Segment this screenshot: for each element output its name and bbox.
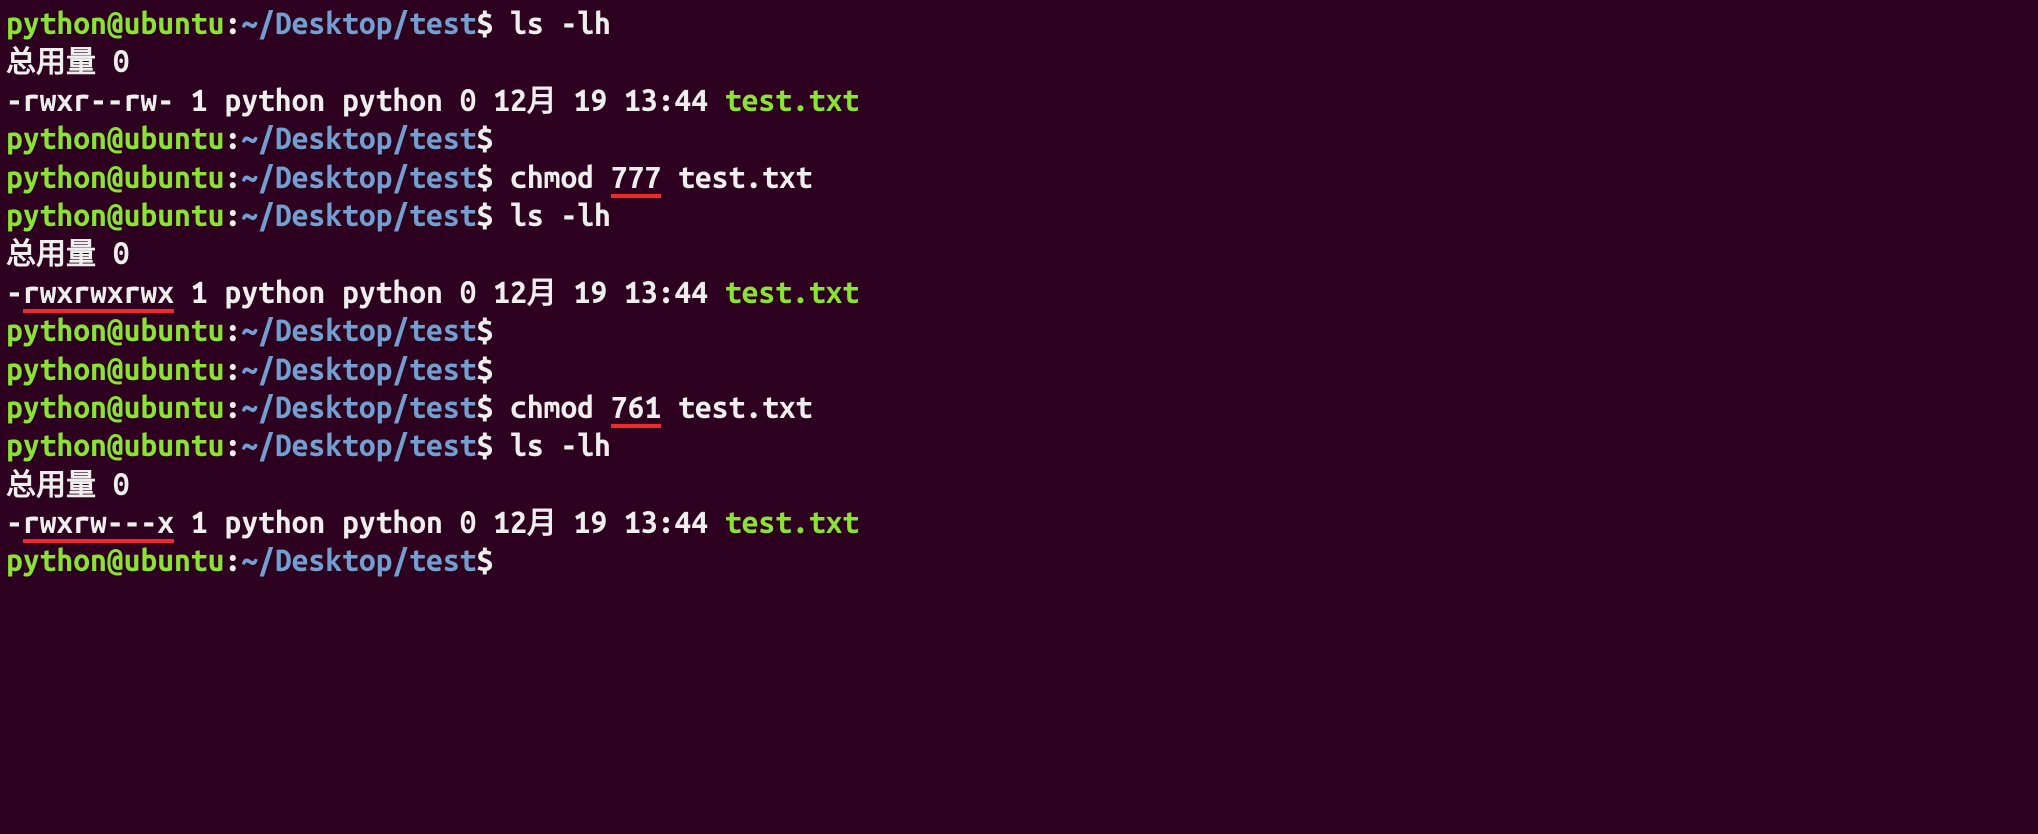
prompt-path: ~/Desktop/test xyxy=(241,428,476,462)
prompt-end: $ xyxy=(476,352,493,386)
prompt-line: python@ubuntu:~/Desktop/test$ xyxy=(6,350,2032,388)
prompt-sep: : xyxy=(224,160,241,194)
file-listing: -rwxrw---x 1 python python 0 12月 19 13:4… xyxy=(6,503,2032,541)
prompt-path: ~/Desktop/test xyxy=(241,6,476,40)
prompt-end: $ xyxy=(476,428,493,462)
file-meta: 1 python python 0 12月 19 13:44 xyxy=(174,275,725,309)
prompt-sep: : xyxy=(224,121,241,155)
file-name: test.txt xyxy=(725,83,859,117)
prompt-user: python@ubuntu xyxy=(6,428,224,462)
prompt-path: ~/Desktop/test xyxy=(241,543,476,577)
prompt-path: ~/Desktop/test xyxy=(241,121,476,155)
file-listing: -rwxrwxrwx 1 python python 0 12月 19 13:4… xyxy=(6,273,2032,311)
file-perms-dash: - xyxy=(6,505,23,539)
prompt-sep: : xyxy=(224,198,241,232)
prompt-sep: : xyxy=(224,6,241,40)
prompt-user: python@ubuntu xyxy=(6,352,224,386)
output-total: 总用量 0 xyxy=(6,234,2032,272)
prompt-end: $ xyxy=(476,198,493,232)
prompt-sep: : xyxy=(224,313,241,347)
prompt-end: $ xyxy=(476,121,493,155)
prompt-end: $ xyxy=(476,313,493,347)
prompt-user: python@ubuntu xyxy=(6,313,224,347)
prompt-user: python@ubuntu xyxy=(6,6,224,40)
command-arg-highlight: 777 xyxy=(611,160,661,198)
command-text: chmod xyxy=(510,390,611,424)
prompt-line[interactable]: python@ubuntu:~/Desktop/test$ xyxy=(6,541,2032,579)
prompt-end: $ xyxy=(476,6,493,40)
file-name: test.txt xyxy=(725,275,859,309)
prompt-line: python@ubuntu:~/Desktop/test$ xyxy=(6,311,2032,349)
prompt-line: python@ubuntu:~/Desktop/test$ xyxy=(6,119,2032,157)
command-text: test.txt xyxy=(661,390,812,424)
prompt-sep: : xyxy=(224,352,241,386)
prompt-path: ~/Desktop/test xyxy=(241,160,476,194)
prompt-end: $ xyxy=(476,160,493,194)
prompt-user: python@ubuntu xyxy=(6,543,224,577)
prompt-path: ~/Desktop/test xyxy=(241,390,476,424)
prompt-user: python@ubuntu xyxy=(6,198,224,232)
terminal[interactable]: python@ubuntu:~/Desktop/test$ ls -lh总用量 … xyxy=(0,0,2038,584)
prompt-path: ~/Desktop/test xyxy=(241,352,476,386)
command-text: chmod xyxy=(510,160,611,194)
prompt-sep: : xyxy=(224,390,241,424)
file-meta: 1 python python 0 12月 19 13:44 xyxy=(174,83,725,117)
prompt-path: ~/Desktop/test xyxy=(241,313,476,347)
file-name: test.txt xyxy=(725,505,859,539)
prompt-end: $ xyxy=(476,543,493,577)
output-total: 总用量 0 xyxy=(6,465,2032,503)
prompt-line: python@ubuntu:~/Desktop/test$ ls -lh xyxy=(6,196,2032,234)
prompt-end: $ xyxy=(476,390,493,424)
prompt-line: python@ubuntu:~/Desktop/test$ chmod 777 … xyxy=(6,158,2032,196)
file-perms-highlight: rwxrwxrwx xyxy=(23,275,174,313)
command-text: ls -lh xyxy=(510,198,611,232)
command-text: ls -lh xyxy=(510,428,611,462)
prompt-line: python@ubuntu:~/Desktop/test$ ls -lh xyxy=(6,4,2032,42)
prompt-line: python@ubuntu:~/Desktop/test$ chmod 761 … xyxy=(6,388,2032,426)
file-perms: -rwxr--rw- xyxy=(6,83,174,117)
prompt-path: ~/Desktop/test xyxy=(241,198,476,232)
prompt-sep: : xyxy=(224,543,241,577)
prompt-user: python@ubuntu xyxy=(6,390,224,424)
prompt-line: python@ubuntu:~/Desktop/test$ ls -lh xyxy=(6,426,2032,464)
file-meta: 1 python python 0 12月 19 13:44 xyxy=(174,505,725,539)
file-perms-highlight: rwxrw---x xyxy=(23,505,174,543)
command-arg-highlight: 761 xyxy=(611,390,661,428)
prompt-user: python@ubuntu xyxy=(6,121,224,155)
prompt-user: python@ubuntu xyxy=(6,160,224,194)
file-listing: -rwxr--rw- 1 python python 0 12月 19 13:4… xyxy=(6,81,2032,119)
file-perms-dash: - xyxy=(6,275,23,309)
output-total: 总用量 0 xyxy=(6,42,2032,80)
prompt-sep: : xyxy=(224,428,241,462)
command-text: test.txt xyxy=(661,160,812,194)
command-text: ls -lh xyxy=(510,6,611,40)
